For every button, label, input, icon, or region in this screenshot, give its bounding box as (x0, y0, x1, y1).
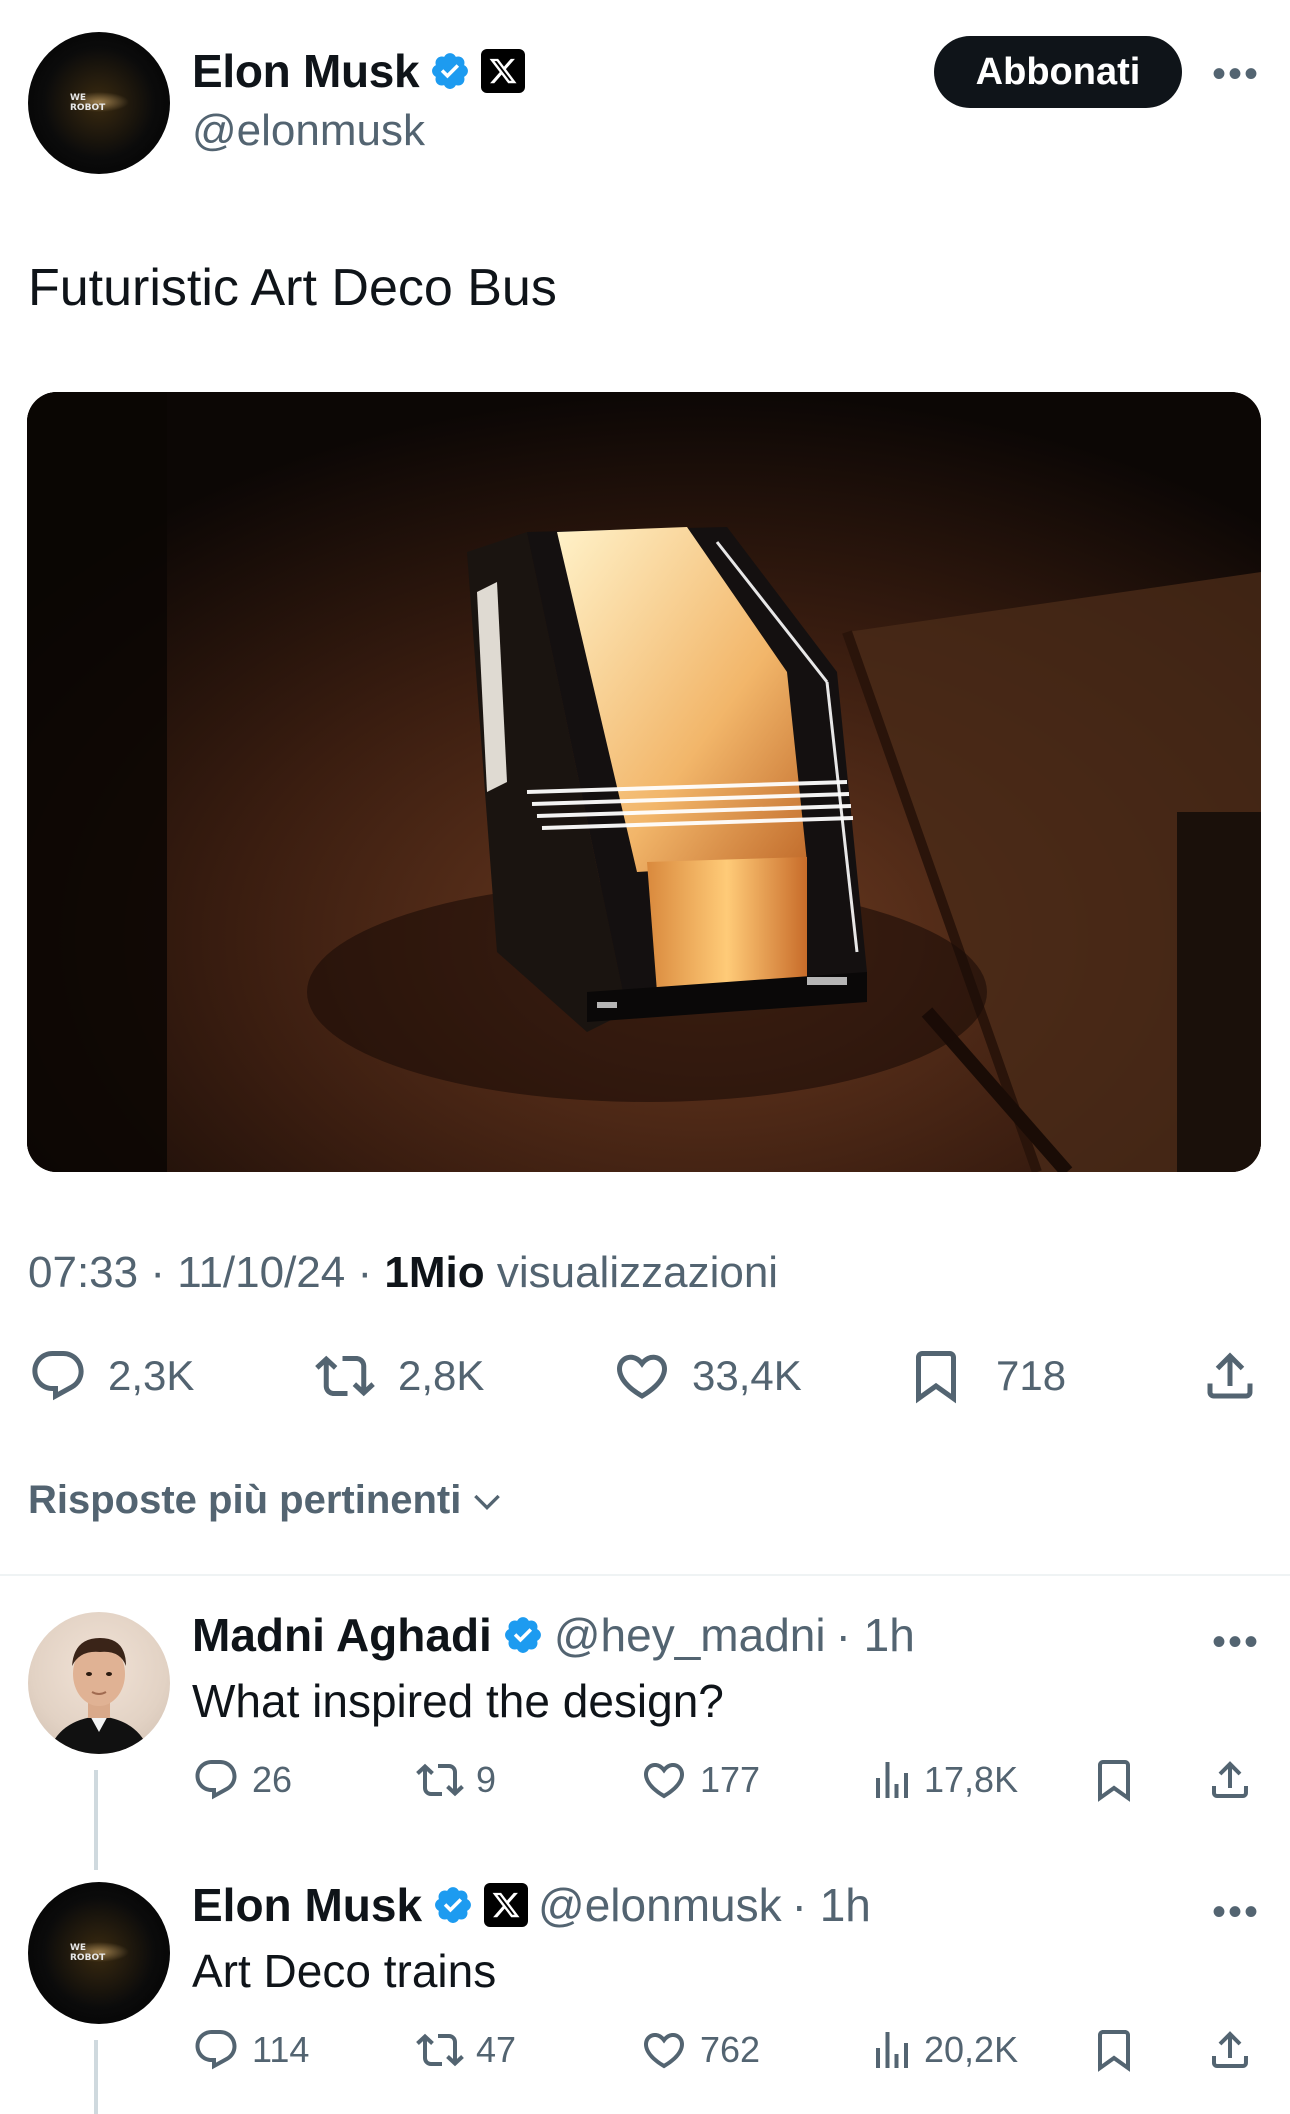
views-count: 1Mio (384, 1248, 485, 1297)
repost-count: 47 (476, 2029, 517, 2070)
reply-button[interactable]: 26 (192, 1756, 292, 1804)
like-button[interactable]: 762 (640, 2026, 760, 2074)
svg-text:ROBOT: ROBOT (70, 103, 106, 113)
bus-photo (27, 392, 1261, 1172)
thread-line (94, 2040, 98, 2114)
chevron-down-icon (474, 1494, 501, 1510)
repost-count: 2,8K (398, 1352, 485, 1399)
verified-badge-icon (432, 53, 469, 89)
share-button[interactable] (1206, 2026, 1254, 2074)
views-button[interactable]: 20,2K (868, 2026, 1018, 2074)
reply-count: 26 (252, 1759, 293, 1800)
reply-count: 114 (252, 2029, 310, 2070)
like-icon (616, 1354, 668, 1399)
tweet-media-image[interactable] (27, 392, 1261, 1172)
reply-text: What inspired the design? (192, 1675, 724, 1727)
thread-line (94, 1770, 98, 1870)
author-handle[interactable]: @elonmusk (192, 106, 425, 156)
subscribe-button[interactable]: Abbonati (934, 36, 1182, 108)
reply-icon (195, 1760, 237, 1800)
tweet-meta: 07:33 · 11/10/24 · 1Mio visualizzazioni (28, 1248, 779, 1297)
like-button[interactable]: 33,4K (612, 1346, 802, 1406)
like-icon (643, 2033, 685, 2069)
verified-badge-icon (504, 1617, 541, 1653)
bookmark-icon (916, 1351, 956, 1404)
tweet-text: Futuristic Art Deco Bus (28, 259, 557, 317)
reply-header: Madni Aghadi @hey_madni · 1h (192, 1608, 915, 1662)
author-name-row: Elon Musk (192, 44, 526, 98)
share-button[interactable] (1206, 1756, 1254, 1804)
svg-text:ROBOT: ROBOT (70, 1953, 106, 1963)
views-icon (876, 1762, 908, 1798)
views-count: 20,2K (924, 2029, 1019, 2070)
more-icon[interactable]: ••• (1212, 1890, 1260, 1935)
repost-icon (416, 2033, 464, 2067)
x-logo-icon (484, 1883, 529, 1927)
reply-author-name[interactable]: Elon Musk (192, 1878, 422, 1932)
reply-avatar[interactable] (28, 1612, 170, 1754)
svg-text:WE: WE (70, 93, 86, 103)
bookmark-button[interactable]: 718 (906, 1346, 1066, 1406)
share-icon (1212, 1761, 1248, 1798)
share-icon (1207, 1352, 1253, 1399)
repost-button[interactable]: 47 (414, 2026, 516, 2074)
more-icon[interactable]: ••• (1212, 1620, 1260, 1665)
like-button[interactable]: 177 (640, 1756, 760, 1804)
reply-time[interactable]: · 1h (792, 1878, 871, 1932)
bookmark-button[interactable] (1090, 1756, 1138, 1804)
divider (0, 1574, 1290, 1576)
repost-icon (416, 1763, 464, 1797)
tweet-time[interactable]: 07:33 (28, 1248, 138, 1297)
share-button[interactable] (1200, 1346, 1260, 1406)
reply-author-handle[interactable]: @elonmusk (538, 1878, 782, 1932)
x-logo-icon (481, 49, 526, 93)
person-portrait (48, 1638, 150, 1754)
repost-icon (315, 1355, 375, 1397)
we-robot-logo: WE ROBOT (69, 1942, 129, 1963)
reply-author-name[interactable]: Madni Aghadi (192, 1608, 492, 1662)
reply-count: 2,3K (108, 1352, 195, 1399)
bookmark-count: 718 (996, 1352, 1067, 1399)
repost-button[interactable]: 9 (414, 1756, 496, 1804)
like-count: 33,4K (692, 1352, 802, 1399)
bookmark-icon (1098, 2030, 1130, 2072)
repost-count: 9 (476, 1759, 497, 1800)
tweet-date[interactable]: 11/10/24 (177, 1248, 345, 1297)
bookmark-icon (1098, 1760, 1130, 1802)
sort-replies-dropdown[interactable]: Risposte più pertinenti (28, 1478, 507, 1523)
views-count: 17,8K (924, 1759, 1019, 1800)
svg-text:WE: WE (70, 1943, 86, 1953)
reply-text: Art Deco trains (192, 1945, 497, 1997)
reply-header: Elon Musk @elonmusk · 1h (192, 1878, 871, 1932)
repost-button[interactable]: 2,8K (312, 1346, 484, 1406)
author-name[interactable]: Elon Musk (192, 44, 420, 98)
like-count: 762 (700, 2029, 761, 2070)
reply-button[interactable]: 2,3K (28, 1346, 194, 1406)
bookmark-button[interactable] (1090, 2026, 1138, 2074)
views-label: visualizzazioni (496, 1248, 779, 1297)
like-count: 177 (700, 1759, 761, 1800)
reply-author-handle[interactable]: @hey_madni (554, 1608, 826, 1662)
reply-time[interactable]: · 1h (836, 1608, 915, 1662)
verified-badge-icon (435, 1887, 471, 1923)
reply-button[interactable]: 114 (192, 2026, 309, 2074)
views-icon (876, 2032, 908, 2068)
share-icon (1212, 2031, 1248, 2068)
reply-icon (32, 1351, 84, 1401)
views-button[interactable]: 17,8K (868, 1756, 1018, 1804)
sort-replies-label: Risposte più pertinenti (28, 1478, 462, 1522)
author-avatar[interactable]: WE ROBOT (28, 32, 170, 174)
reply-avatar[interactable]: WE ROBOT (28, 1882, 170, 2024)
more-icon[interactable]: ••• (1212, 52, 1260, 97)
reply-icon (195, 2030, 237, 2070)
like-icon (643, 1763, 685, 1799)
we-robot-logo: WE ROBOT (69, 92, 129, 113)
